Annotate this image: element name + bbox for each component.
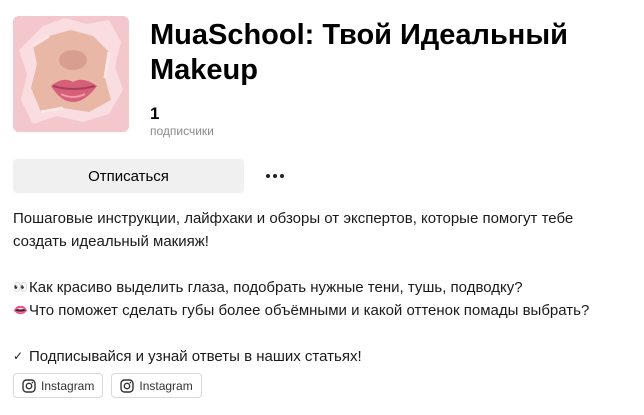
description-line-subscribe: ✓ Подписывайся и узнай ответы в наших ста… — [13, 345, 628, 368]
more-dot — [280, 174, 284, 178]
more-options-icon[interactable] — [260, 163, 290, 189]
lips-icon: 👄 — [13, 303, 28, 317]
description-line-text: Как красиво выделить глаза, подобрать ну… — [29, 279, 523, 296]
instagram-icon — [120, 378, 135, 393]
social-links: Instagram Instagram — [13, 373, 202, 398]
channel-avatar — [13, 16, 129, 132]
subscribers-count: 1 — [150, 104, 160, 123]
channel-title: MuaSchool: Твой Идеальный Makeup — [150, 19, 568, 86]
description-line-eyes: 👀Как красиво выделить глаза, подобрать н… — [13, 276, 628, 299]
channel-page: MuaSchool: Твой Идеальный Makeup 1 подпи… — [0, 0, 644, 415]
description-line-text: Подписывайся и узнай ответы в наших стат… — [29, 348, 362, 365]
more-dot — [273, 174, 277, 178]
channel-description: Пошаговые инструкции, лайфхаки и обзоры … — [13, 207, 628, 368]
checkmark-icon: ✓ — [13, 349, 24, 363]
instagram-icon — [22, 378, 36, 393]
instagram-link[interactable]: Instagram — [111, 373, 202, 398]
avatar-image — [13, 16, 129, 132]
subscribers-label: подписчики — [150, 124, 214, 138]
link-label: Instagram — [139, 378, 193, 393]
description-line-text: Что поможет сделать губы более объёмными… — [29, 302, 590, 319]
unsubscribe-button[interactable]: Отписаться — [13, 159, 244, 193]
instagram-link[interactable]: Instagram — [13, 373, 104, 398]
more-dot — [266, 174, 270, 178]
description-line-lips: 👄Что поможет сделать губы более объёмным… — [13, 299, 628, 322]
link-label: Instagram — [41, 378, 95, 393]
eyes-icon: 👀 — [13, 280, 28, 294]
description-intro: Пошаговые инструкции, лайфхаки и обзоры … — [13, 210, 574, 250]
